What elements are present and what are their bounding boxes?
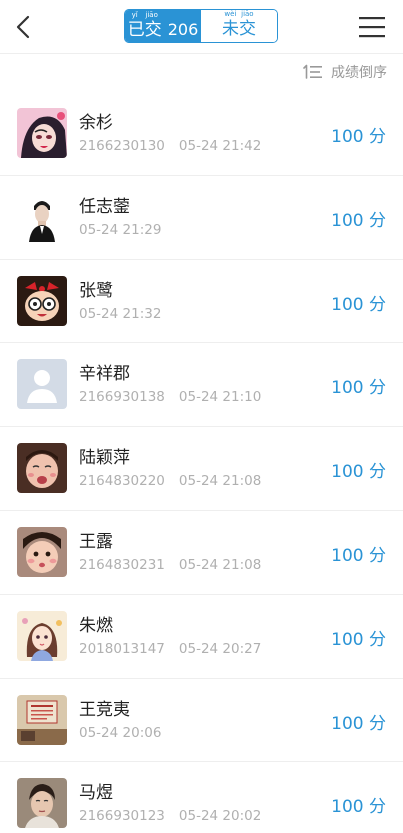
submit-time: 05-24 21:42: [178, 138, 262, 154]
student-meta: 2164830231 05-24 21:08: [79, 557, 261, 573]
student-list: 余杉 2166230130 05-24 21:42 100 分 任志蓥 05-24…: [0, 92, 403, 833]
chevron-left-icon: [16, 15, 30, 39]
student-meta: 05-24 21:32: [79, 306, 161, 322]
back-button[interactable]: [12, 12, 38, 42]
list-item[interactable]: 马煜 2166930123 05-24 20:02 100 分: [0, 762, 403, 833]
crying-child-avatar: [17, 443, 67, 494]
unsubmitted-pinyin: wèi jiāo: [224, 10, 254, 18]
score: 100 分: [331, 378, 386, 399]
submit-time: 05-24 20:02: [178, 808, 262, 825]
hamburger-menu-icon: [359, 17, 385, 38]
tab-submitted[interactable]: yǐ jiāo 已交 206: [125, 10, 201, 42]
student-id: 2166930123: [79, 808, 165, 825]
room-photo-avatar: [17, 694, 67, 745]
submitted-label: 已交: [127, 19, 162, 40]
list-item[interactable]: 陆颖萍 2164830220 05-24 21:08 100 分: [0, 427, 403, 511]
unsubmitted-label: 未交: [222, 19, 256, 39]
submit-time: 05-24 21:08: [178, 556, 262, 573]
student-name: 马煜: [79, 783, 113, 804]
top-bar: yǐ jiāo 已交 206 wèi jiāo 未交: [0, 0, 403, 54]
sort-label: 成绩倒序: [331, 65, 387, 81]
student-meta: 2166930138 05-24 21:10: [79, 389, 261, 405]
score: 100 分: [331, 127, 386, 147]
student-name: 朱燃: [79, 615, 113, 636]
cartoon-girl-glasses-avatar: [17, 275, 67, 326]
score: 100 分: [331, 713, 386, 734]
submit-time: 05-24 21:29: [79, 221, 162, 238]
student-id: 2164830220: [79, 473, 165, 490]
student-id: 2018013147: [79, 640, 165, 657]
illustrated-girl-avatar: [17, 108, 67, 158]
score: 100 分: [331, 545, 386, 566]
menu-button[interactable]: [357, 14, 387, 40]
score: 100 分: [331, 462, 386, 483]
list-item[interactable]: 王竞夷 05-24 20:06 100 分: [0, 679, 403, 763]
student-meta: 2166930123 05-24 20:02: [79, 808, 261, 824]
sort-toggle[interactable]: 成绩倒序: [303, 62, 387, 82]
student-id: 2166930138: [79, 389, 165, 406]
student-meta: 2164830220 05-24 21:08: [79, 473, 261, 489]
default-user-avatar: [17, 359, 67, 410]
submit-time: 05-24 21:10: [178, 389, 262, 406]
sort-descending-icon: [303, 64, 322, 79]
list-item[interactable]: 辛祥郡 2166930138 05-24 21:10 100 分: [0, 343, 403, 428]
student-name: 陆颖萍: [79, 448, 130, 469]
student-meta: 05-24 20:06: [79, 725, 161, 741]
score: 100 分: [331, 629, 386, 650]
list-item[interactable]: 王露 2164830231 05-24 21:08 100 分: [0, 511, 403, 595]
student-meta: 2166230130 05-24 21:42: [79, 138, 261, 154]
submitted-count: 206: [167, 19, 199, 39]
student-name: 王竞夷: [79, 699, 130, 720]
score: 100 分: [331, 294, 386, 315]
submit-time: 05-24 21:08: [178, 473, 262, 490]
student-id: 2166230130: [79, 138, 165, 154]
submitted-pinyin: yǐ jiāo: [131, 10, 158, 19]
list-item[interactable]: 朱燃 2018013147 05-24 20:27 100 分: [0, 595, 403, 679]
submit-time: 05-24 21:32: [79, 305, 162, 322]
pouting-child-avatar: [17, 526, 67, 577]
score: 100 分: [331, 210, 386, 231]
list-item[interactable]: 任志蓥 05-24 21:29 100 分: [0, 176, 403, 260]
submit-time: 05-24 20:06: [79, 724, 162, 741]
list-item[interactable]: 张鹭 05-24 21:32 100 分: [0, 260, 403, 344]
tab-unsubmitted[interactable]: wèi jiāo 未交: [201, 10, 277, 42]
list-item[interactable]: 余杉 2166230130 05-24 21:42 100 分: [0, 92, 403, 176]
submit-time: 05-24 20:27: [178, 640, 262, 657]
student-name: 任志蓥: [79, 196, 130, 217]
student-name: 张鹭: [79, 280, 113, 301]
student-meta: 2018013147 05-24 20:27: [79, 641, 261, 657]
student-id: 2164830231: [79, 556, 165, 573]
young-man-avatar: [17, 778, 67, 829]
student-name: 辛祥郡: [79, 364, 130, 385]
submission-toggle: yǐ jiāo 已交 206 wèi jiāo 未交: [124, 9, 278, 43]
student-name: 王露: [79, 531, 113, 552]
man-portrait-avatar: [17, 191, 67, 242]
student-meta: 05-24 21:29: [79, 222, 161, 238]
score: 100 分: [331, 797, 386, 818]
anime-girl-avatar: [17, 610, 67, 661]
student-name: 余杉: [79, 113, 113, 133]
